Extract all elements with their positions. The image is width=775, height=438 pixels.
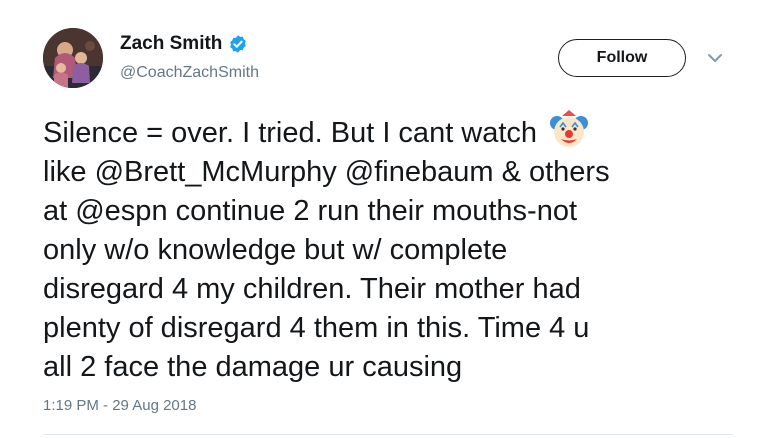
tweet-text-line1: Silence = over. I tried. But I cant watc…	[43, 117, 546, 149]
tweet-text-body: like @Brett_McMurphy @finebaum & others …	[43, 156, 610, 383]
tweet-text: Silence = over. I tried. But I cant watc…	[43, 110, 733, 387]
chevron-down-icon[interactable]	[705, 50, 725, 66]
divider	[43, 434, 733, 435]
timestamp[interactable]: 1:19 PM - 29 Aug 2018	[43, 397, 196, 414]
clown-face-icon	[550, 110, 589, 147]
display-name[interactable]: Zach Smith	[120, 33, 248, 55]
avatar[interactable]	[43, 28, 103, 88]
tweet-card: Zach Smith @CoachZachSmith Follow Silenc…	[0, 0, 775, 438]
follow-button[interactable]: Follow	[558, 39, 686, 77]
user-handle[interactable]: @CoachZachSmith	[120, 64, 259, 82]
verified-badge-icon	[230, 35, 247, 53]
display-name-text[interactable]: Zach Smith	[120, 33, 222, 55]
